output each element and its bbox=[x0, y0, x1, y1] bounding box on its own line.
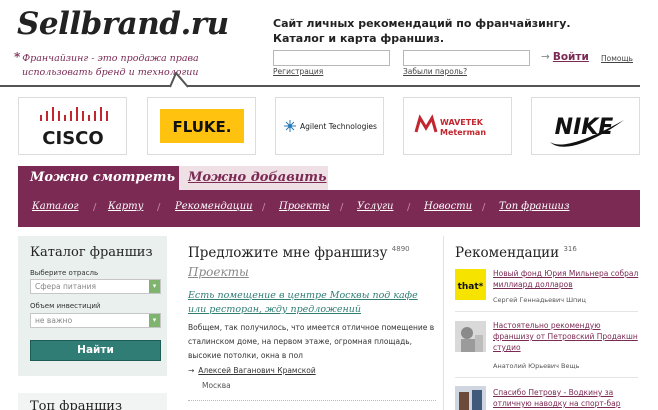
svg-text:WAVETEK: WAVETEK bbox=[440, 118, 484, 127]
asterisk-icon: * bbox=[14, 50, 21, 64]
author-city: Москва bbox=[202, 381, 231, 390]
investment-label: Объем инвестиций bbox=[30, 302, 101, 310]
brand-fluke[interactable]: FLUKE. bbox=[147, 97, 256, 155]
svg-text:FLUKE.: FLUKE. bbox=[172, 118, 231, 136]
tab-can-add[interactable]: Можно добавить bbox=[179, 166, 328, 190]
nike-logo: NIKE bbox=[550, 115, 624, 147]
agilent-logo: Agilent Technologies bbox=[284, 120, 377, 132]
recommendation-author: Сергей Геннадьевич Шпиц bbox=[493, 296, 586, 304]
site-description: Сайт личных рекомендаций по франчайзингу… bbox=[273, 16, 571, 46]
nav-separator: / bbox=[262, 202, 266, 213]
nav-catalog[interactable]: Каталог bbox=[32, 201, 79, 212]
recommendation-thumb[interactable] bbox=[455, 321, 486, 352]
recommendations-count: 316 bbox=[563, 245, 577, 253]
svg-text:Agilent Technologies: Agilent Technologies bbox=[300, 122, 377, 131]
fluke-logo: FLUKE. bbox=[160, 109, 244, 143]
brand-nike[interactable]: NIKE bbox=[531, 97, 640, 155]
offer-title-text: Предложите мне франшизу bbox=[188, 245, 388, 261]
recommendation-thumb[interactable] bbox=[455, 386, 486, 410]
arrow-right-icon: → bbox=[541, 51, 550, 63]
nav-recommendations[interactable]: Рекомендации bbox=[175, 201, 253, 212]
author-link[interactable]: Алексей Ваганович Крамской bbox=[198, 366, 315, 375]
offer-title: Предложите мне франшизу 4890 bbox=[188, 245, 410, 261]
nav-separator: / bbox=[93, 202, 97, 213]
project-link[interactable]: Есть помещение в центре Москвы под кафе … bbox=[188, 289, 428, 317]
brand-cisco[interactable]: CISCO bbox=[18, 97, 127, 155]
projects-link[interactable]: Проекты bbox=[188, 265, 249, 279]
industry-label: Выберите отрасль bbox=[30, 269, 99, 277]
nav-news[interactable]: Новости bbox=[424, 201, 472, 212]
header-notch bbox=[170, 72, 189, 88]
password-field[interactable] bbox=[403, 50, 530, 66]
arrow-right-icon: → bbox=[188, 366, 195, 375]
column-divider bbox=[443, 236, 444, 410]
help-link[interactable]: Помощь bbox=[601, 54, 633, 63]
nav-top-franchises[interactable]: Топ франшиз bbox=[499, 201, 569, 212]
recommendation-link[interactable]: Спасибо Петрову - Водкину за отличную на… bbox=[493, 387, 643, 409]
divider bbox=[455, 377, 638, 378]
wavetek-logo: WAVETEK Meterman bbox=[414, 114, 486, 137]
nav-separator: / bbox=[157, 202, 161, 213]
top-franchises-title: Топ франшиз bbox=[30, 399, 123, 410]
recommendation-link[interactable]: Новый фонд Юрия Мильнера собрал миллиард… bbox=[493, 268, 643, 290]
industry-select-value: Сфера питания bbox=[35, 282, 97, 291]
tab-can-view[interactable]: Можно смотреть bbox=[18, 166, 179, 192]
recommendation-thumb[interactable]: that* bbox=[455, 269, 486, 300]
nav-services[interactable]: Услуги bbox=[357, 201, 394, 212]
recommendation-link[interactable]: Настоятельно рекомендую франшизу от Петр… bbox=[493, 320, 643, 353]
catalog-title: Каталог франшиз bbox=[30, 245, 153, 260]
recommendations-title: Рекомендации 316 bbox=[455, 245, 577, 261]
industry-select[interactable]: Сфера питания ▾ bbox=[30, 279, 161, 294]
chevron-down-icon: ▾ bbox=[149, 280, 160, 293]
recommendation-author: Анатолий Юрьевич Вещь bbox=[493, 362, 580, 370]
investment-select[interactable]: не важно ▾ bbox=[30, 313, 161, 328]
main-nav: Каталог / Карту / Рекомендации / Проекты… bbox=[18, 190, 640, 227]
offer-count: 4890 bbox=[391, 245, 410, 253]
nav-separator: / bbox=[482, 202, 486, 213]
login-button-label: Войти bbox=[552, 51, 589, 63]
header-divider bbox=[0, 85, 640, 87]
login-field[interactable] bbox=[273, 50, 390, 66]
nav-projects[interactable]: Проекты bbox=[279, 201, 330, 212]
svg-text:NIKE: NIKE bbox=[555, 115, 614, 140]
top-franchises-panel: Топ франшиз bbox=[18, 393, 167, 410]
forgot-password-link[interactable]: Забыли пароль? bbox=[403, 67, 467, 76]
nav-map[interactable]: Карту bbox=[108, 201, 143, 212]
recommendations-title-text: Рекомендации bbox=[455, 245, 560, 261]
find-button[interactable]: Найти bbox=[30, 340, 161, 361]
svg-text:Meterman: Meterman bbox=[440, 128, 486, 137]
svg-text:CISCO: CISCO bbox=[42, 128, 103, 149]
nav-separator: / bbox=[340, 202, 344, 213]
divider bbox=[188, 400, 436, 401]
svg-text:that*: that* bbox=[458, 282, 484, 292]
site-desc-line-1: Сайт личных рекомендаций по франчайзингу… bbox=[273, 17, 571, 30]
login-button[interactable]: → Войти bbox=[541, 51, 589, 63]
investment-select-value: не важно bbox=[35, 316, 73, 325]
project-description: Вобщем, так получилось, что имеется отли… bbox=[188, 323, 435, 360]
cisco-logo: CISCO bbox=[40, 107, 108, 149]
author: → Алексей Ваганович Крамской bbox=[188, 366, 316, 375]
brand-wavetek[interactable]: WAVETEK Meterman bbox=[403, 97, 512, 155]
register-link[interactable]: Регистрация bbox=[273, 67, 323, 76]
divider bbox=[455, 311, 638, 312]
chevron-down-icon: ▾ bbox=[149, 314, 160, 327]
nav-separator: / bbox=[407, 202, 411, 213]
site-desc-line-2: Каталог и карта франшиз. bbox=[273, 32, 445, 45]
brand-agilent[interactable]: Agilent Technologies bbox=[275, 97, 384, 155]
catalog-panel: Каталог франшиз Выберите отрасль Сфера п… bbox=[18, 236, 167, 376]
site-tagline: * Франчайзинг - это продажа права использ… bbox=[14, 50, 242, 80]
site-logo[interactable]: Sellbrand.ru bbox=[17, 6, 229, 42]
